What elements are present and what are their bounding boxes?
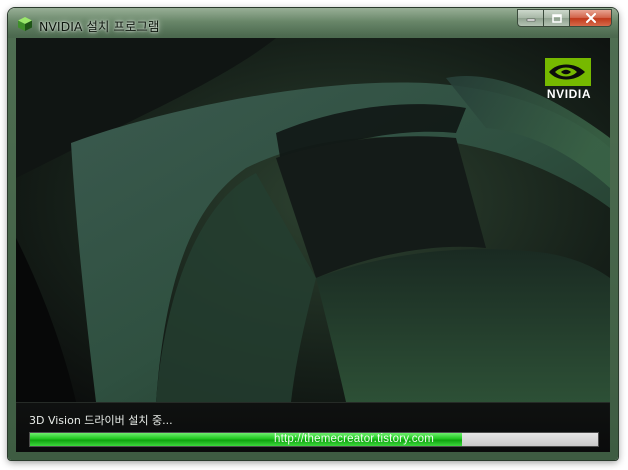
nvidia-app-icon bbox=[18, 17, 32, 31]
minimize-icon bbox=[526, 18, 535, 22]
maximize-button[interactable] bbox=[543, 9, 569, 27]
title-bar[interactable]: NVIDIA 설치 프로그램 bbox=[8, 8, 618, 38]
installer-content: NVIDIA 3D Vision 드라이버 설치 중... bbox=[16, 38, 610, 452]
window-title: NVIDIA 설치 프로그램 bbox=[39, 19, 160, 34]
progress-fill bbox=[30, 433, 462, 446]
close-button[interactable] bbox=[569, 9, 612, 27]
window-controls bbox=[517, 9, 612, 28]
nvidia-logo-text: NVIDIA bbox=[546, 87, 592, 101]
install-progress-bar bbox=[29, 432, 599, 447]
background-artwork bbox=[16, 38, 610, 402]
nvidia-eye-icon bbox=[545, 58, 591, 86]
maximize-icon bbox=[551, 13, 562, 23]
close-icon bbox=[585, 13, 596, 23]
minimize-button[interactable] bbox=[517, 9, 543, 27]
installer-window: NVIDIA 설치 프로그램 NVIDIA 3D Vision 드라이버 설치 … bbox=[8, 8, 618, 460]
status-area: 3D Vision 드라이버 설치 중... bbox=[16, 402, 610, 452]
install-status-text: 3D Vision 드라이버 설치 중... bbox=[29, 414, 173, 427]
